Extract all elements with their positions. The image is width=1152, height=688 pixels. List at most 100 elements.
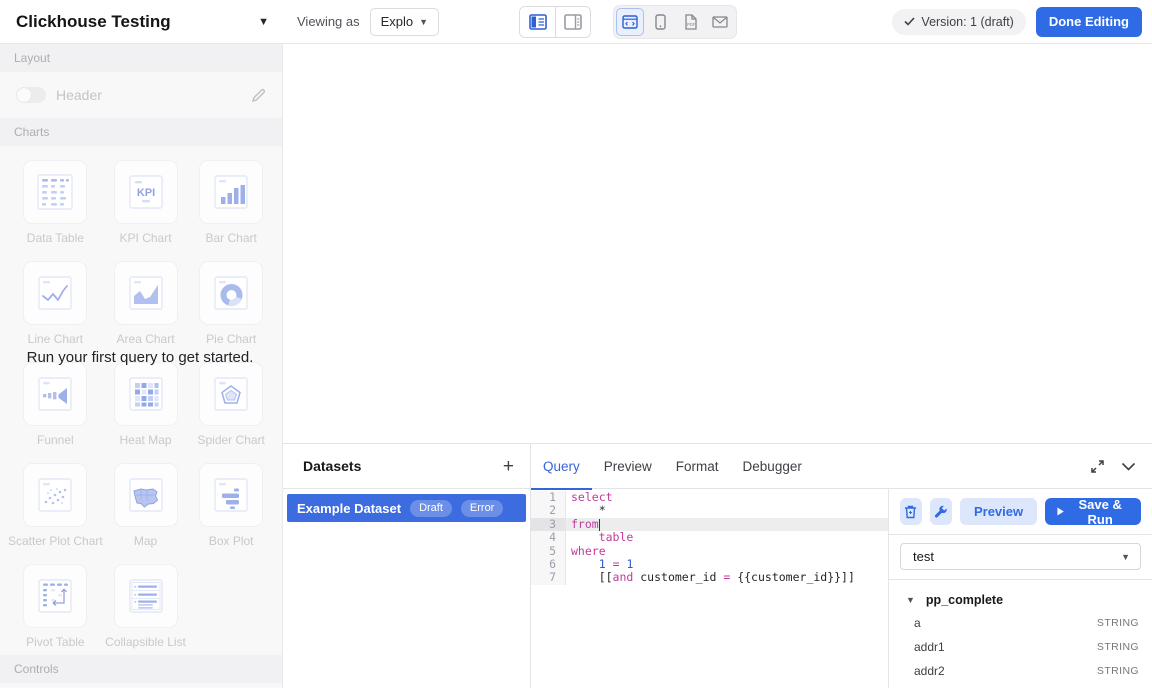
chart-item-label: Scatter Plot Chart bbox=[8, 534, 103, 548]
tab-debugger[interactable]: Debugger bbox=[731, 444, 814, 489]
query-editor-area: Query Preview Format Debugger 1select2 *… bbox=[531, 444, 1152, 688]
toggle-knob bbox=[17, 88, 31, 102]
tab-preview[interactable]: Preview bbox=[592, 444, 664, 489]
code-lines: 1select2 *3from4 table5where6 1 = 17 [[a… bbox=[531, 491, 888, 585]
error-badge: Error bbox=[461, 500, 503, 517]
expand-panel-icon[interactable] bbox=[1090, 459, 1105, 474]
pdf-export-button[interactable]: PDF bbox=[676, 8, 704, 36]
title-caret-icon: ▼ bbox=[258, 16, 269, 28]
query-tools-panel: Preview Save & Run test ▼ ▼ pp_compl bbox=[888, 489, 1152, 688]
chart-item-kpi-chart[interactable]: KPI KPI Chart bbox=[103, 154, 189, 249]
schema-column-row[interactable]: a STRING bbox=[900, 611, 1141, 635]
chart-item-label: Line Chart bbox=[28, 332, 83, 346]
done-editing-button[interactable]: Done Editing bbox=[1036, 7, 1142, 37]
chart-item-pie-chart[interactable]: Pie Chart bbox=[188, 255, 274, 350]
datasets-header: Datasets + bbox=[283, 444, 530, 489]
add-dataset-button[interactable]: + bbox=[503, 457, 514, 476]
funnel-icon bbox=[34, 373, 76, 415]
mobile-icon bbox=[655, 14, 666, 30]
mobile-preview-button[interactable] bbox=[646, 8, 674, 36]
dashboard-canvas[interactable] bbox=[283, 44, 1152, 443]
chart-item-scatter-plot[interactable]: Scatter Plot Chart bbox=[8, 457, 103, 552]
area-chart-icon bbox=[125, 272, 167, 314]
chart-item-bar-chart[interactable]: Bar Chart bbox=[188, 154, 274, 249]
line-number: 2 bbox=[531, 504, 566, 517]
chart-item-label: Spider Chart bbox=[197, 433, 264, 447]
code-line-6[interactable]: 6 1 = 1 bbox=[531, 558, 888, 571]
editor-tab-row: Query Preview Format Debugger bbox=[531, 444, 1152, 489]
dataset-row-example-dataset[interactable]: Example Dataset Draft Error bbox=[287, 494, 526, 522]
line-number: 7 bbox=[531, 571, 566, 584]
chart-item-area-chart[interactable]: Area Chart bbox=[103, 255, 189, 350]
schema-column-row[interactable]: addr2 STRING bbox=[900, 659, 1141, 683]
column-type: STRING bbox=[1097, 617, 1139, 629]
code-text: * bbox=[566, 504, 606, 517]
chart-item-funnel[interactable]: Funnel bbox=[8, 356, 103, 451]
chart-item-data-table[interactable]: Data Table bbox=[8, 154, 103, 249]
chart-item-label: Heat Map bbox=[120, 433, 172, 447]
edit-pencil-icon[interactable] bbox=[251, 88, 266, 103]
svg-text:PDF: PDF bbox=[687, 22, 696, 27]
chart-item-label: Data Table bbox=[27, 231, 84, 245]
tab-query[interactable]: Query bbox=[531, 444, 592, 489]
code-line-2[interactable]: 2 * bbox=[531, 504, 888, 517]
save-and-run-button[interactable]: Save & Run bbox=[1045, 498, 1141, 525]
schema-column-row[interactable]: addr1 STRING bbox=[900, 635, 1141, 659]
schema-table-header[interactable]: ▼ pp_complete bbox=[900, 580, 1141, 611]
chart-item-line-chart[interactable]: Line Chart bbox=[8, 255, 103, 350]
scatter-plot-icon bbox=[34, 474, 76, 516]
right-panel-toggle-button[interactable] bbox=[555, 7, 590, 37]
dataset-name: Example Dataset bbox=[297, 501, 401, 516]
code-text: where bbox=[566, 545, 606, 558]
code-line-7[interactable]: 7 [[and customer_id = {{customer_id}}]] bbox=[531, 571, 888, 584]
chart-item-spider-chart[interactable]: Spider Chart bbox=[188, 356, 274, 451]
chart-item-map[interactable]: Map bbox=[103, 457, 189, 552]
chart-item-collapsible-list[interactable]: Collapsible List bbox=[103, 558, 189, 653]
controls-section-header: Controls bbox=[0, 655, 282, 683]
email-button[interactable] bbox=[706, 8, 734, 36]
chart-item-label: Box Plot bbox=[209, 534, 254, 548]
column-type: STRING bbox=[1097, 641, 1139, 653]
code-line-1[interactable]: 1select bbox=[531, 491, 888, 504]
schema-select[interactable]: test ▼ bbox=[900, 543, 1141, 570]
delete-dataset-button[interactable] bbox=[900, 498, 922, 525]
viewer-select[interactable]: Explo ▼ bbox=[370, 8, 439, 36]
chart-item-label: Pivot Table bbox=[26, 635, 84, 649]
version-badge[interactable]: Version: 1 (draft) bbox=[892, 9, 1025, 35]
chart-item-pivot-table[interactable]: Pivot Table bbox=[8, 558, 103, 653]
preview-mode-group: PDF bbox=[613, 5, 737, 39]
save-and-run-label: Save & Run bbox=[1071, 497, 1129, 527]
check-icon bbox=[904, 17, 915, 26]
chart-item-heat-map[interactable]: Heat Map bbox=[103, 356, 189, 451]
schema-select-row: test ▼ bbox=[889, 535, 1152, 580]
chevron-down-icon: ▼ bbox=[906, 595, 915, 605]
chart-item-label: Map bbox=[134, 534, 157, 548]
viewing-as-label: Viewing as bbox=[297, 14, 360, 29]
sql-code-editor[interactable]: 1select2 *3from4 table5where6 1 = 17 [[a… bbox=[531, 489, 888, 688]
code-text: from bbox=[566, 518, 600, 531]
chart-item-label: Funnel bbox=[37, 433, 74, 447]
controls-grid bbox=[0, 683, 282, 688]
left-panel-toggle-button[interactable] bbox=[520, 7, 555, 37]
chart-type-grid: Data Table KPI KPI Chart Bar Chart bbox=[0, 146, 282, 655]
dashboard-title-menu[interactable]: Clickhouse Testing ▼ bbox=[0, 0, 283, 44]
tab-format[interactable]: Format bbox=[664, 444, 731, 489]
schema-column-row[interactable]: b STRING bbox=[900, 683, 1141, 688]
schema-table-name: pp_complete bbox=[926, 593, 1003, 607]
line-number: 6 bbox=[531, 558, 566, 571]
header-toggle[interactable] bbox=[16, 87, 46, 103]
left-panel-toggle-icon bbox=[529, 14, 547, 30]
code-line-4[interactable]: 4 table bbox=[531, 531, 888, 544]
column-name: a bbox=[914, 616, 1097, 630]
play-icon bbox=[1057, 506, 1064, 517]
collapse-panel-icon[interactable] bbox=[1121, 462, 1136, 471]
viewer-select-value: Explo bbox=[381, 14, 414, 29]
chart-item-box-plot[interactable]: Box Plot bbox=[188, 457, 274, 552]
top-bar: Clickhouse Testing ▼ Viewing as Explo ▼ bbox=[0, 0, 1152, 44]
web-embed-button[interactable] bbox=[616, 8, 644, 36]
code-line-5[interactable]: 5where bbox=[531, 545, 888, 558]
preview-button[interactable]: Preview bbox=[960, 498, 1037, 525]
bottom-panel: Datasets + Example Dataset Draft Error Q… bbox=[283, 443, 1152, 688]
code-line-3[interactable]: 3from bbox=[531, 518, 888, 531]
format-query-button[interactable] bbox=[930, 498, 952, 525]
